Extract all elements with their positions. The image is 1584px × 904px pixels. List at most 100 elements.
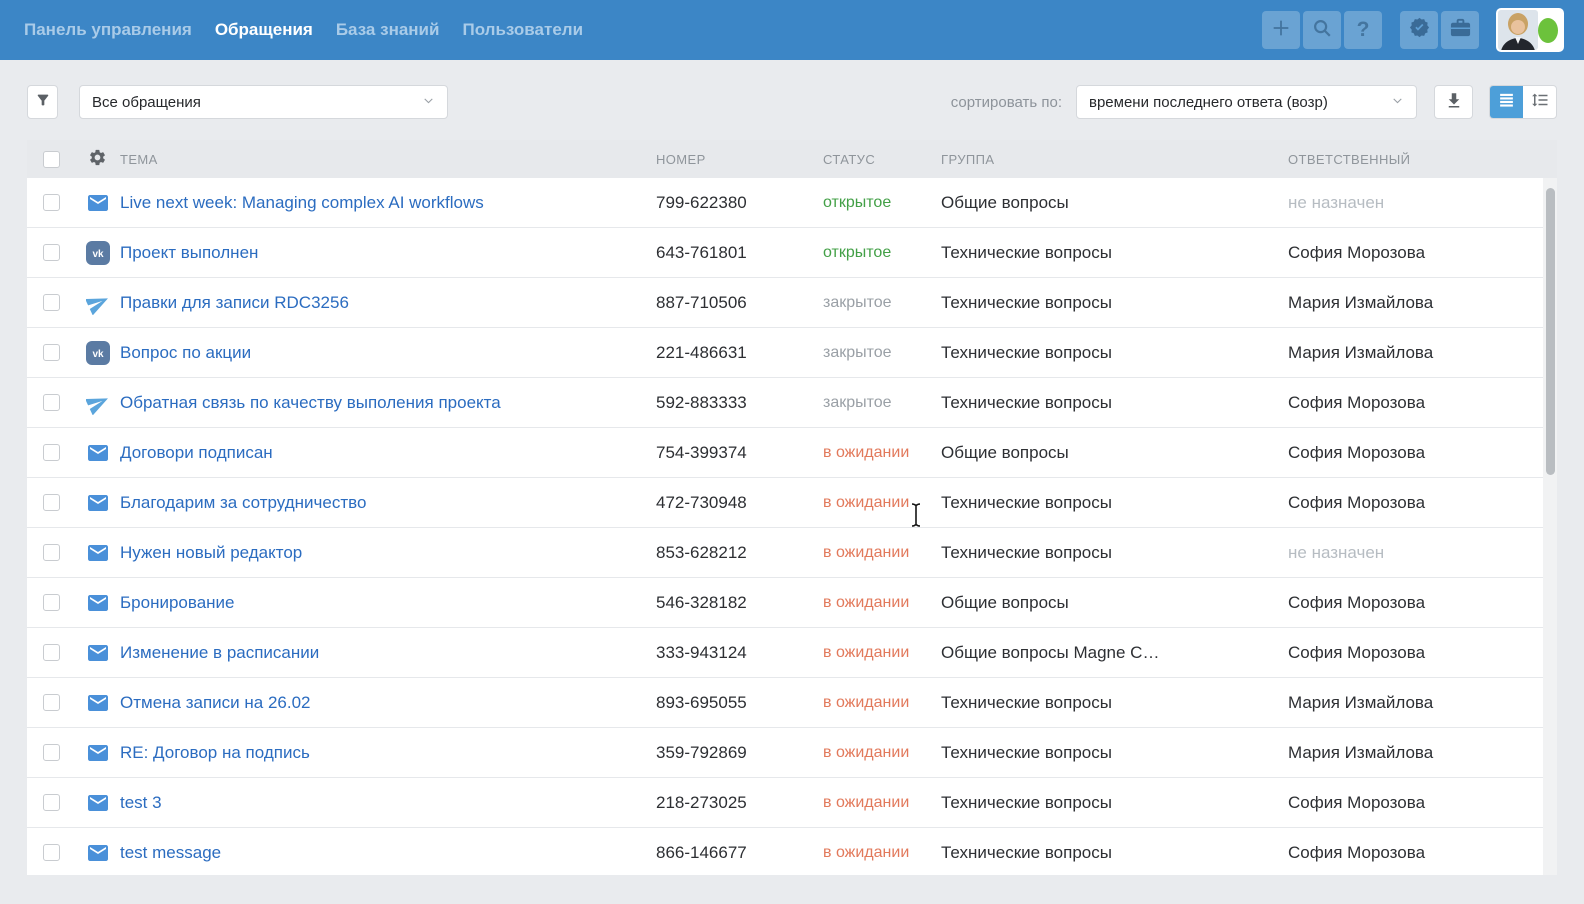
ticket-status: в ожидании <box>823 544 941 562</box>
ticket-group: Общие вопросы <box>941 443 1288 463</box>
ticket-assignee: София Морозова <box>1288 643 1557 663</box>
ticket-assignee: София Морозова <box>1288 393 1557 413</box>
columns-settings-button[interactable] <box>75 148 120 170</box>
ticket-number: 472-730948 <box>656 493 823 513</box>
ticket-subject-link[interactable]: Отмена записи на 26.02 <box>120 693 656 713</box>
ticket-number: 592-883333 <box>656 393 823 413</box>
ticket-number: 333-943124 <box>656 643 823 663</box>
export-button[interactable] <box>1434 85 1473 119</box>
table-row[interactable]: Изменение в расписании 333-943124 в ожид… <box>27 628 1557 678</box>
ticket-number: 218-273025 <box>656 793 823 813</box>
sort-dropdown[interactable]: времени последнего ответа (возр) <box>1076 85 1417 119</box>
table-body: Live next week: Managing complex AI work… <box>27 178 1557 875</box>
ticket-number: 887-710506 <box>656 293 823 313</box>
column-header-group[interactable]: ГРУППА <box>941 152 1288 167</box>
table-row[interactable]: Нужен новый редактор 853-628212 в ожидан… <box>27 528 1557 578</box>
select-all-checkbox[interactable] <box>43 151 60 168</box>
tickets-table: ТЕМА НОМЕР СТАТУС ГРУППА ОТВЕТСТВЕННЫЙ L… <box>27 140 1557 875</box>
table-row[interactable]: Отмена записи на 26.02 893-695055 в ожид… <box>27 678 1557 728</box>
column-header-status[interactable]: СТАТУС <box>823 152 941 167</box>
scrollbar-thumb[interactable] <box>1546 188 1555 475</box>
table-row[interactable]: Live next week: Managing complex AI work… <box>27 178 1557 228</box>
table-row[interactable]: Благодарим за сотрудничество 472-730948 … <box>27 478 1557 528</box>
row-checkbox[interactable] <box>43 544 60 561</box>
ticket-number: 853-628212 <box>656 543 823 563</box>
ticket-subject-link[interactable]: test 3 <box>120 793 656 813</box>
column-header-number[interactable]: НОМЕР <box>656 152 823 167</box>
nav-tab-users[interactable]: Пользователи <box>462 20 583 40</box>
ticket-number: 866-146677 <box>656 843 823 863</box>
table-row[interactable]: test message 866-146677 в ожидании Техни… <box>27 828 1557 875</box>
ticket-subject-link[interactable]: Вопрос по акции <box>120 343 656 363</box>
row-checkbox[interactable] <box>43 194 60 211</box>
row-checkbox[interactable] <box>43 394 60 411</box>
vk-channel-icon: vk <box>86 241 110 265</box>
table-row[interactable]: Правки для записи RDC3256 887-710506 зак… <box>27 278 1557 328</box>
add-ticket-button[interactable] <box>1262 11 1300 49</box>
ticket-number: 359-792869 <box>656 743 823 763</box>
ticket-subject-link[interactable]: Обратная связь по качеству выполения про… <box>120 393 656 413</box>
ticket-subject-link[interactable]: Договори подписан <box>120 443 656 463</box>
row-checkbox[interactable] <box>43 494 60 511</box>
ticket-subject-link[interactable]: Live next week: Managing complex AI work… <box>120 193 656 213</box>
row-checkbox[interactable] <box>43 744 60 761</box>
nav-tab-knowledge-base[interactable]: База знаний <box>336 20 440 40</box>
table-row[interactable]: test 3 218-273025 в ожидании Технические… <box>27 778 1557 828</box>
ticket-group: Технические вопросы <box>941 693 1288 713</box>
vk-channel-icon: vk <box>86 341 110 365</box>
ticket-number: 754-399374 <box>656 443 823 463</box>
views-dropdown[interactable]: Все обращения <box>79 85 448 119</box>
ticket-status: в ожидании <box>823 444 941 462</box>
column-header-assignee[interactable]: ОТВЕТСТВЕННЫЙ <box>1288 152 1557 167</box>
table-row[interactable]: vk Проект выполнен 643-761801 открытое Т… <box>27 228 1557 278</box>
search-button[interactable] <box>1303 11 1341 49</box>
ticket-subject-link[interactable]: Бронирование <box>120 593 656 613</box>
user-menu[interactable] <box>1496 8 1564 52</box>
briefcase-button[interactable] <box>1441 11 1479 49</box>
ticket-group: Общие вопросы <box>941 593 1288 613</box>
table-row[interactable]: RE: Договор на подпись 359-792869 в ожид… <box>27 728 1557 778</box>
nav-tab-tickets[interactable]: Обращения <box>215 20 313 40</box>
ticket-assignee: не назначен <box>1288 193 1557 213</box>
ticket-subject-link[interactable]: Благодарим за сотрудничество <box>120 493 656 513</box>
ticket-group: Технические вопросы <box>941 543 1288 563</box>
help-icon: ? <box>1357 18 1370 42</box>
email-channel-icon <box>86 641 110 665</box>
ticket-assignee: София Морозова <box>1288 793 1557 813</box>
ticket-subject-link[interactable]: Проект выполнен <box>120 243 656 263</box>
ticket-subject-link[interactable]: test message <box>120 843 656 863</box>
filter-button[interactable] <box>27 85 58 119</box>
ticket-subject-link[interactable]: Правки для записи RDC3256 <box>120 293 656 313</box>
table-row[interactable]: Обратная связь по качеству выполения про… <box>27 378 1557 428</box>
row-checkbox[interactable] <box>43 444 60 461</box>
table-row[interactable]: Договори подписан 754-399374 в ожидании … <box>27 428 1557 478</box>
ticket-subject-link[interactable]: RE: Договор на подпись <box>120 743 656 763</box>
row-checkbox[interactable] <box>43 594 60 611</box>
list-view-button[interactable] <box>1490 86 1523 118</box>
email-channel-icon <box>86 591 110 615</box>
telegram-channel-icon <box>86 391 110 415</box>
ticket-assignee: София Морозова <box>1288 243 1557 263</box>
scrollbar-track[interactable] <box>1543 178 1557 875</box>
ticket-group: Технические вопросы <box>941 793 1288 813</box>
help-button[interactable]: ? <box>1344 11 1382 49</box>
verified-badge-button[interactable] <box>1400 11 1438 49</box>
row-checkbox[interactable] <box>43 344 60 361</box>
row-checkbox[interactable] <box>43 644 60 661</box>
table-row[interactable]: vk Вопрос по акции 221-486631 закрытое Т… <box>27 328 1557 378</box>
row-checkbox[interactable] <box>43 694 60 711</box>
nav-tab-dashboard[interactable]: Панель управления <box>24 20 192 40</box>
table-row[interactable]: Бронирование 546-328182 в ожидании Общие… <box>27 578 1557 628</box>
ticket-assignee: София Морозова <box>1288 843 1557 863</box>
row-checkbox[interactable] <box>43 294 60 311</box>
column-header-subject[interactable]: ТЕМА <box>120 152 656 167</box>
row-checkbox[interactable] <box>43 794 60 811</box>
ticket-subject-link[interactable]: Изменение в расписании <box>120 643 656 663</box>
ticket-subject-link[interactable]: Нужен новый редактор <box>120 543 656 563</box>
row-checkbox[interactable] <box>43 844 60 861</box>
row-checkbox[interactable] <box>43 244 60 261</box>
search-icon <box>1311 17 1333 44</box>
text-cursor <box>910 503 922 527</box>
density-view-button[interactable] <box>1523 86 1556 118</box>
email-channel-icon <box>86 841 110 865</box>
